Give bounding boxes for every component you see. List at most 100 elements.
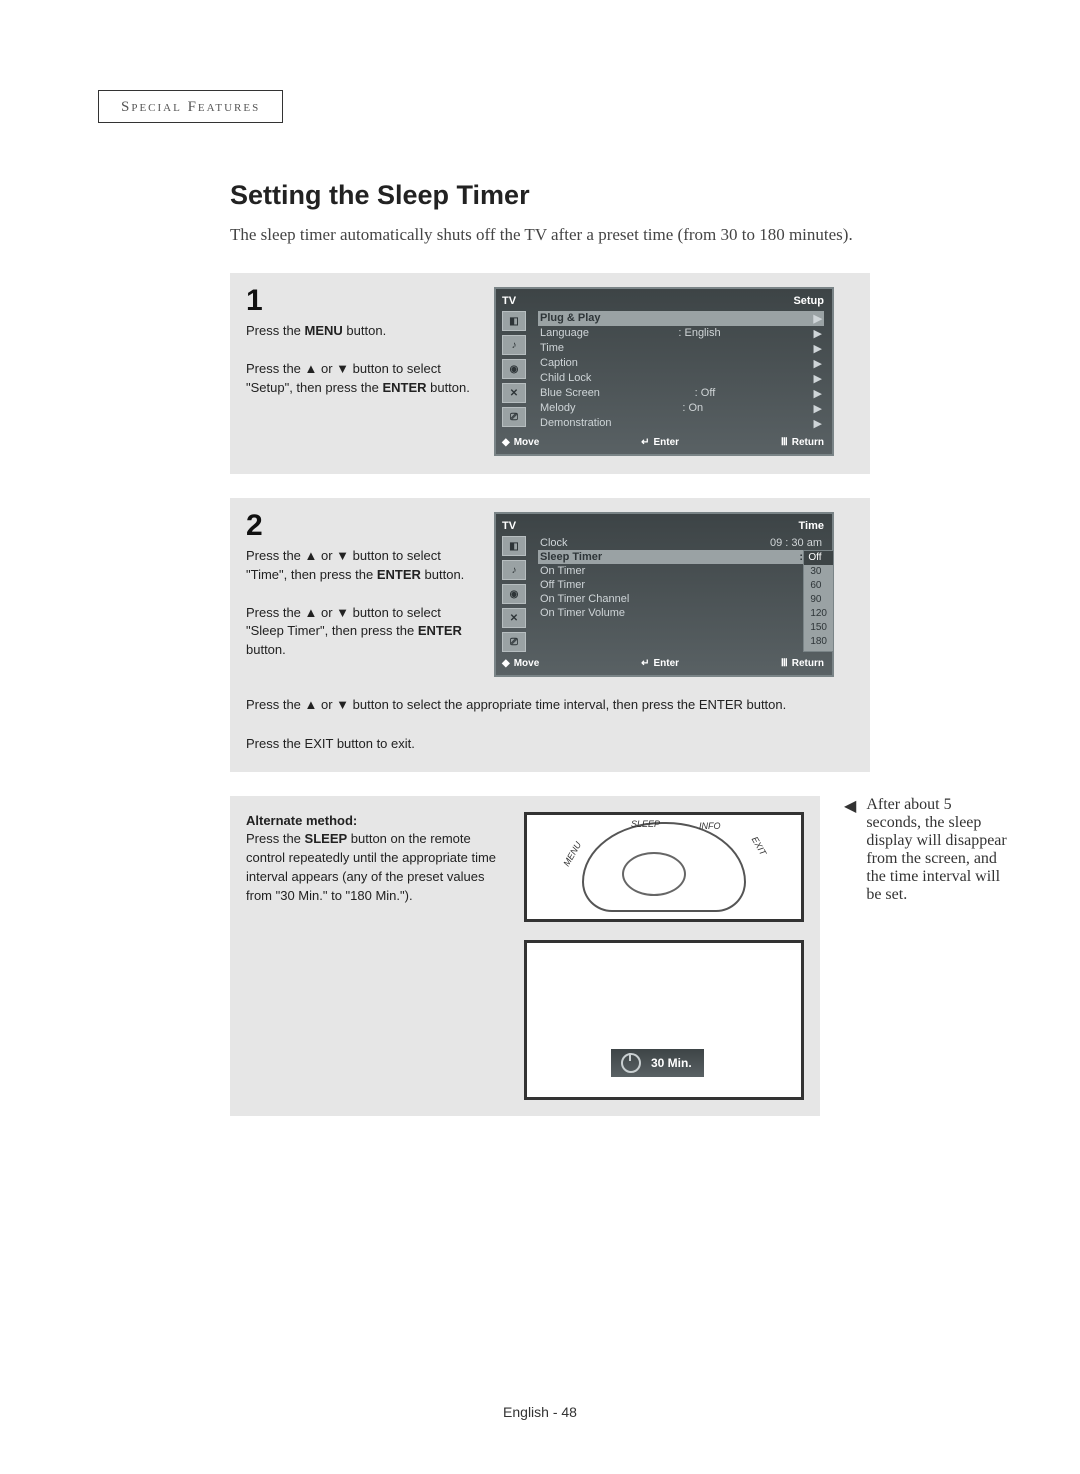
sleep-popup-bar: 30 Min. [611,1049,704,1077]
enter-label: ENTER [418,623,462,638]
osd-footer: ◆Move ↵Enter ⅢReturn [502,658,824,669]
osd-item-label: Caption [540,357,578,370]
sound-icon: ♪ [502,335,526,355]
remote-diagram: SLEEP INFO MENU EXIT [524,812,804,922]
osd-item: Caption ▶ [538,356,824,371]
osd-item-list: Plug & Play▶ Language : English ▶ Time ▶ Ca… [538,311,824,431]
alt-heading: Alternate method: [246,813,357,828]
arrow-icon: ▶ [810,387,822,400]
osd-item-label: Blue Screen [540,387,600,400]
updown-icon: ◆ [502,658,510,669]
osd-time-menu: TV Time ◧ ♪ ◉ ✕ ⎚ Clock09 : 30 am [494,512,834,677]
osd-item-label: Sleep Timer [540,551,602,563]
osd-item: Off Timer11 : [538,578,824,592]
osd-item: Clock 09 : 30 am [538,536,824,550]
dropdown-option: 180 [810,635,827,649]
enter-label: ENTER [377,567,421,582]
arrow-icon: ▶ [810,342,822,355]
osd-move-label: Move [514,437,540,448]
sleep-osd-popup: 30 Min. [524,940,804,1100]
step-1: 1 Press the MENU button. Press the ▲ or … [230,273,870,474]
enter-label: ENTER [699,697,743,712]
osd-tv-label: TV [502,295,516,307]
arrow-icon: ▶ [810,327,822,340]
setup-icon: ✕ [502,608,526,628]
osd-item: Plug & Play▶ [538,311,824,326]
picture-icon: ◧ [502,311,526,331]
dropdown-option: 60 [810,579,827,593]
channel-icon: ◉ [502,584,526,604]
input-icon: ⎚ [502,407,526,427]
arrow-icon: ▶ [810,357,822,370]
sleep-timer-dropdown: Off 30 60 90 120 150 180 [803,550,834,652]
osd-item-label: Language [540,327,589,340]
dropdown-option: 150 [810,621,827,635]
osd-item-label: Demonstration [540,417,612,430]
sleep-popup-value: 30 Min. [651,1056,692,1070]
remote-menu-label: MENU [561,840,583,868]
osd-enter-label: Enter [653,658,679,669]
page-title: Setting the Sleep Timer [230,180,1010,211]
dropdown-option-selected: Off [804,551,833,565]
picture-icon: ◧ [502,536,526,556]
osd-item-label: Off Timer [540,579,585,591]
updown-icon: ◆ [502,437,510,448]
osd-tv-label: TV [502,520,516,532]
enter-label: ENTER [382,380,426,395]
osd-item-value: : English [678,327,720,340]
arrow-icon: ▶ [810,372,822,385]
remote-exit-label: EXIT [750,834,769,856]
osd-item: Time ▶ [538,341,824,356]
alternate-method-text: Alternate method: Press the SLEEP button… [246,812,506,906]
return-icon: Ⅲ [781,658,788,669]
osd-item-label: Child Lock [540,372,591,385]
arrow-icon: ▶ [810,402,822,415]
osd-item: Blue Screen : Off ▶ [538,386,824,401]
menu-label: MENU [305,323,343,338]
text: button. [246,642,286,657]
input-icon: ⎚ [502,632,526,652]
osd-item-value: 09 : 30 am [770,537,822,549]
step-extra-instruction: Press the ▲ or ▼ button to select the ap… [246,695,854,754]
text: Press the [246,736,305,751]
page-footer: English - 48 [0,1404,1080,1420]
osd-item: Sleep Timer: Off [538,550,824,564]
step-2: 2 Press the ▲ or ▼ button to select "Tim… [230,498,870,772]
osd-item-label: Clock [540,537,568,549]
osd-move-label: Move [514,658,540,669]
dropdown-option: 120 [810,607,827,621]
remote-info-label: INFO [699,821,721,831]
text: Press the ▲ or ▼ button to select the ap… [246,697,699,712]
enter-icon: ↵ [641,658,649,669]
lead-paragraph: The sleep timer automatically shuts off … [230,225,1010,245]
osd-item: Melody : On ▶ [538,401,824,416]
section-label: Special Features [98,90,283,123]
osd-item-label: On Timer Volume [540,607,625,619]
osd-item-value: : On [682,402,703,415]
step-number: 1 [246,287,476,314]
osd-item: On Timer Channel [538,592,824,606]
text: button. [743,697,786,712]
osd-title: Setup [793,295,824,307]
remote-outline [582,822,746,912]
text: button. [427,380,470,395]
osd-item: On Timer Volume [538,606,824,620]
side-note-text: After about 5 seconds, the sleep display… [866,796,1010,904]
osd-footer: ◆Move ↵Enter ⅢReturn [502,437,824,448]
sleep-label: SLEEP [305,831,348,846]
osd-item: On Timer06 : [538,564,824,578]
osd-item: Demonstration ▶ [538,416,824,431]
osd-category-icons: ◧ ♪ ◉ ✕ ⎚ [502,536,530,652]
osd-item-label: Melody [540,402,575,415]
osd-item-value: : Off [695,387,716,400]
osd-item-list: Clock 09 : 30 am Sleep Timer: Off On Time… [538,536,824,652]
osd-item: Child Lock ▶ [538,371,824,386]
text: Press the ▲ or ▼ button to select "Sleep… [246,605,441,639]
dropdown-option: 90 [810,593,827,607]
text: button. [421,567,464,582]
text: button. [343,323,386,338]
sound-icon: ♪ [502,560,526,580]
remote-sleep-label: SLEEP [631,819,660,829]
arrow-icon: ▶ [810,417,822,430]
osd-item-label: Time [540,342,564,355]
